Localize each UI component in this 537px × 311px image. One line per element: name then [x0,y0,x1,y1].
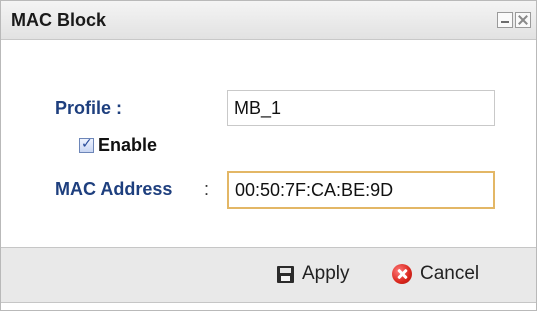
dialog-title: MAC Block [11,10,107,30]
save-icon [277,265,294,283]
cancel-button[interactable]: Cancel [392,260,479,288]
mac-block-dialog: MAC Block Profile : Enable MAC Address :… [0,0,537,311]
mac-address-colon: : [204,179,210,199]
apply-label: Apply [302,263,350,284]
dialog-footer: Apply Cancel [1,247,536,303]
profile-label: Profile : [55,98,123,118]
enable-checkbox[interactable] [79,136,94,153]
mac-address-input[interactable] [227,171,495,209]
minimize-icon[interactable] [497,12,513,28]
close-icon[interactable] [515,12,531,28]
dialog-titlebar: MAC Block [1,1,536,40]
enable-label[interactable]: Enable [98,135,157,156]
cancel-label: Cancel [420,263,480,284]
profile-input[interactable] [227,90,495,126]
cancel-icon [392,264,412,284]
mac-address-label: MAC Address [55,179,173,199]
apply-button[interactable]: Apply [277,260,350,288]
